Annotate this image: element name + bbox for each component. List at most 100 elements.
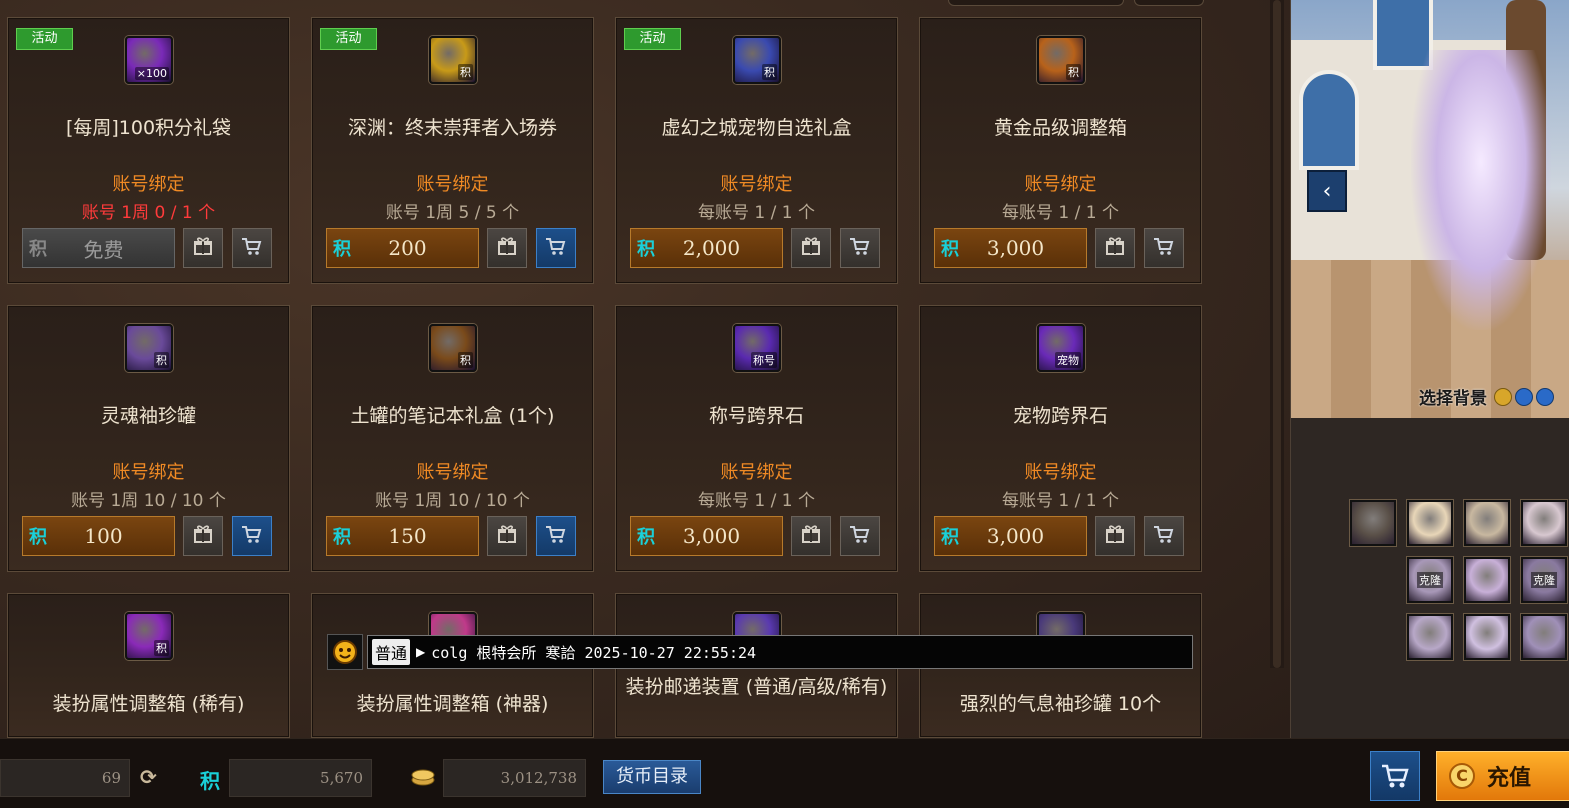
add-to-cart-button[interactable] <box>1144 516 1184 556</box>
gift-icon <box>1105 236 1125 260</box>
account-bind-label: 账号绑定 <box>1024 174 1097 195</box>
pet-box-icon[interactable]: 积 <box>733 36 781 84</box>
emoji-button[interactable] <box>327 634 363 670</box>
item-name: 装扮属性调整箱 (稀有) <box>52 693 245 715</box>
item-name: 称号跨界石 <box>708 405 804 427</box>
refresh-icon[interactable]: ⟳ <box>140 765 157 789</box>
buy-price-button[interactable]: 积 200 <box>326 228 479 268</box>
scrollbar-thumb[interactable] <box>1273 0 1281 668</box>
item-card[interactable]: 积灵魂袖珍罐 账号绑定 账号 1周 10 / 10 个 积 100 <box>7 305 290 572</box>
item-card[interactable]: 宠物 宠物跨界石 账号绑定 每账号 1 / 1 个 积 3,000 <box>919 305 1202 572</box>
icon-badge: 积 <box>1066 64 1081 80</box>
gift-button[interactable] <box>487 516 527 556</box>
chat-message-line: 普通 ▶ colg 根特会所 寒詥 2025-10-27 22:55:24 <box>367 635 1193 669</box>
belt-slot-icon[interactable] <box>1464 614 1510 660</box>
clone-slot-icon[interactable]: 克隆 <box>1407 557 1453 603</box>
item-card[interactable]: 积装扮属性调整箱 (稀有) <box>7 593 290 738</box>
recharge-button[interactable]: C 充值 <box>1436 751 1569 801</box>
coin-icon: C <box>1449 763 1475 789</box>
item-name: 黄金品级调整箱 <box>993 117 1127 139</box>
shoes-slot-icon[interactable] <box>1521 614 1567 660</box>
chat-line: 普通 ▶ colg 根特会所 寒詥 2025-10-27 22:55:24 <box>327 634 1193 670</box>
item-card[interactable]: 活动积深渊：终末崇拜者入场券 账号绑定 账号 1周 5 / 5 个 积 200 <box>311 17 594 284</box>
add-to-cart-button[interactable] <box>840 516 880 556</box>
item-card[interactable]: 积黄金品级调整箱 账号绑定 每账号 1 / 1 个 积 3,000 <box>919 17 1202 284</box>
buy-price-button[interactable]: 积 免费 <box>22 228 175 268</box>
background-dot[interactable] <box>1494 387 1512 406</box>
gift-icon <box>801 236 821 260</box>
gift-button[interactable] <box>791 516 831 556</box>
preview-panel: ‹ 选择背景 克隆 克隆 <box>1290 0 1569 738</box>
add-to-cart-button[interactable] <box>840 228 880 268</box>
item-card[interactable]: 称号称号跨界石账号绑定每账号 1 / 1 个 积 3,000 <box>615 305 898 572</box>
buy-price-button[interactable]: 积 150 <box>326 516 479 556</box>
item-card[interactable]: 积土罐的笔记本礼盒 (1个) 账号绑定 账号 1周 10 / 10 个 积 150 <box>311 305 594 572</box>
item-name: 强烈的气息袖珍罐 10个 <box>959 693 1162 715</box>
price-value: 3,000 <box>986 524 1045 548</box>
avatar-box-icon[interactable]: 积 <box>125 612 173 660</box>
cart-button[interactable] <box>1370 751 1420 801</box>
add-to-cart-button[interactable] <box>1144 228 1184 268</box>
price-value: 免费 <box>83 237 124 262</box>
add-to-cart-button[interactable] <box>536 228 576 268</box>
currency-catalog-button[interactable]: 货币目录 <box>603 760 701 794</box>
purchase-limit: 账号 1周 10 / 10 个 <box>71 491 226 511</box>
gift-button[interactable] <box>183 516 223 556</box>
pants-slot-icon[interactable] <box>1407 614 1453 660</box>
points-value: 5,670 <box>229 759 372 797</box>
account-bind-label: 账号绑定 <box>720 174 793 195</box>
account-bind-label: 账号绑定 <box>720 462 793 483</box>
background-dot[interactable] <box>1536 387 1554 406</box>
cart-icon <box>545 524 567 548</box>
buy-price-button[interactable]: 积 100 <box>22 516 175 556</box>
item-card[interactable]: 活动 ×100 [每周]100积分礼袋 账号绑定 账号 1周 0 / 1 个 积 免费 <box>7 17 290 284</box>
gift-button[interactable] <box>487 228 527 268</box>
buy-price-button[interactable]: 积 3,000 <box>630 516 783 556</box>
gift-button[interactable] <box>1095 516 1135 556</box>
ticket-icon[interactable]: 积 <box>429 36 477 84</box>
cap-slot-icon[interactable] <box>1464 500 1510 546</box>
event-tag: 活动 <box>16 28 73 50</box>
preview-window <box>1299 70 1359 170</box>
add-to-cart-button[interactable] <box>232 228 272 268</box>
notebook-icon[interactable]: 积 <box>429 324 477 372</box>
icon-badge: 积 <box>154 352 169 368</box>
icon-badge: 积 <box>458 352 473 368</box>
item-name: 深渊：终末崇拜者入场券 <box>347 117 557 139</box>
gold-box-icon[interactable]: 积 <box>1037 36 1085 84</box>
coat-slot-icon[interactable] <box>1464 557 1510 603</box>
item-name: 虚幻之城宠物自选礼盒 <box>661 117 852 139</box>
gift-icon <box>193 524 213 548</box>
price-value: 3,000 <box>986 236 1045 260</box>
add-to-cart-button[interactable] <box>536 516 576 556</box>
item-card[interactable]: 活动积虚幻之城宠物自选礼盒 账号绑定 每账号 1 / 1 个 积 2,000 <box>615 17 898 284</box>
account-bind-label: 账号绑定 <box>416 462 489 483</box>
top-button-edge[interactable] <box>1134 0 1204 6</box>
pet-stone-icon[interactable]: 宠物 <box>1037 324 1085 372</box>
face-slot-icon[interactable] <box>1521 500 1567 546</box>
recharge-label: 充值 <box>1487 766 1532 791</box>
item-name: [每周]100积分礼袋 <box>65 117 232 139</box>
purchase-limit: 每账号 1 / 1 个 <box>698 491 815 511</box>
weapon-slot-icon[interactable] <box>1350 500 1396 546</box>
top-dropdown-edge[interactable] <box>948 0 1124 6</box>
buy-price-button[interactable]: 积 3,000 <box>934 516 1087 556</box>
clone-slot-2-icon[interactable]: 克隆 <box>1521 557 1567 603</box>
gift-icon <box>1105 524 1125 548</box>
points-currency-icon: 积 <box>29 527 47 548</box>
preview-prev-button[interactable]: ‹ <box>1307 170 1347 212</box>
hair-slot-icon[interactable] <box>1407 500 1453 546</box>
background-dot[interactable] <box>1515 387 1533 406</box>
jar-icon[interactable]: 积 <box>125 324 173 372</box>
gift-button[interactable] <box>1095 228 1135 268</box>
chat-channel-tag[interactable]: 普通 <box>372 639 411 665</box>
title-stone-icon[interactable]: 称号 <box>733 324 781 372</box>
buy-price-button[interactable]: 积 2,000 <box>630 228 783 268</box>
add-to-cart-button[interactable] <box>232 516 272 556</box>
gift-button[interactable] <box>791 228 831 268</box>
gift-button[interactable] <box>183 228 223 268</box>
points-bag-icon[interactable]: ×100 <box>125 36 173 84</box>
buy-price-button[interactable]: 积 3,000 <box>934 228 1087 268</box>
cart-icon <box>545 236 567 260</box>
gift-icon <box>497 236 517 260</box>
